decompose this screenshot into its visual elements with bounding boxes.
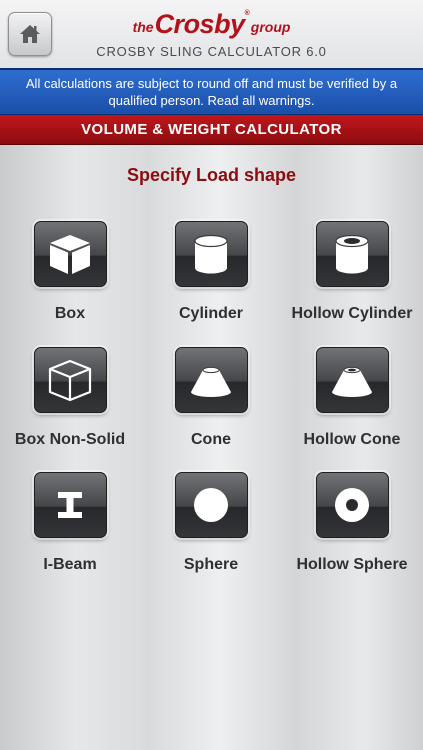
cone-icon xyxy=(191,366,231,397)
shape-label: Sphere xyxy=(183,556,239,573)
shape-label: Cone xyxy=(191,431,231,448)
hollow-cylinder-icon xyxy=(335,234,369,274)
shape-tile[interactable] xyxy=(315,472,389,538)
shape-button-hollow-cylinder[interactable]: Hollow Cylinder xyxy=(282,221,422,339)
shape-label: Hollow Sphere xyxy=(296,556,408,573)
shape-button-hollow-cone[interactable]: Hollow Cone xyxy=(282,347,422,465)
section-title: VOLUME & WEIGHT CALCULATOR xyxy=(0,115,423,145)
shape-button-hollow-sphere[interactable]: Hollow Sphere xyxy=(282,472,422,590)
shape-tile[interactable] xyxy=(174,472,248,538)
shape-label: Hollow Cone xyxy=(303,431,401,448)
hollow-sphere-icon xyxy=(335,488,369,522)
shape-label: Box Non-Solid xyxy=(14,431,126,448)
warning-banner: All calculations are subject to round of… xyxy=(0,68,423,115)
shape-button-cone[interactable]: Cone xyxy=(141,347,281,465)
shape-button-box-non-solid[interactable]: Box Non-Solid xyxy=(0,347,140,465)
shape-label: Box xyxy=(54,305,86,322)
shape-tile[interactable] xyxy=(33,472,107,538)
shape-label: Cylinder xyxy=(178,305,243,322)
shape-tile[interactable] xyxy=(315,221,389,287)
shape-tile[interactable] xyxy=(174,347,248,413)
app-header: the Crosby ® group CROSBY SLING CALCULAT… xyxy=(0,0,423,68)
shape-button-cylinder[interactable]: Cylinder xyxy=(141,221,281,339)
box-icon xyxy=(50,235,90,274)
shape-label: I-Beam xyxy=(43,556,97,573)
shape-button-sphere[interactable]: Sphere xyxy=(141,472,281,590)
box-non-solid-icon xyxy=(48,359,92,402)
shape-tile[interactable] xyxy=(33,347,107,413)
app-subtitle: CROSBY SLING CALCULATOR 6.0 xyxy=(96,44,327,59)
i-beam-icon xyxy=(58,492,82,518)
shape-label: Hollow Cylinder xyxy=(291,305,413,322)
shape-button-i-beam[interactable]: I-Beam xyxy=(0,472,140,590)
hollow-cone-icon xyxy=(332,366,372,397)
shape-tile[interactable] xyxy=(33,221,107,287)
crosby-logo: the Crosby ® group xyxy=(132,9,291,39)
shape-tile[interactable] xyxy=(174,221,248,287)
sphere-icon xyxy=(194,488,228,522)
shape-prompt: Specify Load shape xyxy=(126,165,297,185)
cylinder-icon xyxy=(194,234,228,274)
shape-tile[interactable] xyxy=(315,347,389,413)
shape-button-box[interactable]: Box xyxy=(0,221,140,339)
